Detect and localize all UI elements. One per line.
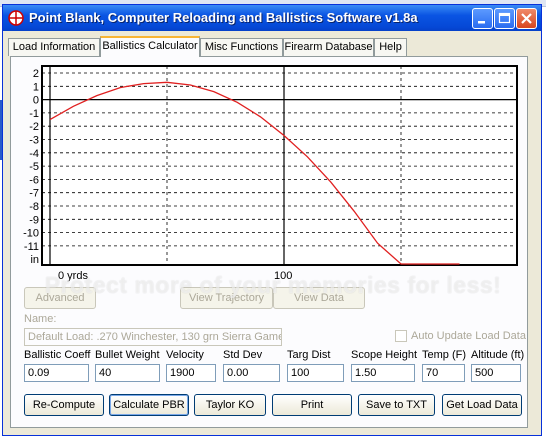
window-title: Point Blank, Computer Reloading and Ball…	[29, 10, 418, 25]
y-tick-label: -7	[29, 188, 39, 200]
y-tick-label: -3	[29, 135, 39, 147]
auto-update-checkbox[interactable]	[395, 330, 407, 342]
tab-firearm-database[interactable]: Firearm Database	[283, 38, 374, 56]
save-to-txt-button[interactable]: Save to TXT	[358, 394, 435, 416]
print-button[interactable]: Print	[272, 394, 352, 416]
get-load-data-button[interactable]: Get Load Data	[442, 394, 522, 416]
plot-frame	[41, 65, 518, 266]
button-label: Get Load Data	[446, 399, 518, 411]
ballistic-coeff-label: Ballistic Coeff	[24, 349, 91, 361]
y-tick-label: -8	[29, 201, 39, 213]
y-tick-label: -10	[23, 228, 39, 240]
button-label: Print	[300, 399, 324, 411]
button-label: Re-Compute	[32, 399, 96, 411]
maximize-icon	[498, 12, 511, 24]
tab-label: Firearm Database	[284, 41, 373, 53]
y-tick-label: -6	[29, 174, 39, 186]
tab-label: Help	[379, 41, 402, 53]
button-label: Taylor KO	[205, 399, 255, 411]
std-dev-input[interactable]: 0.00	[223, 364, 280, 382]
y-tick-label: -9	[29, 214, 39, 226]
calculate-pbr-button[interactable]: Calculate PBR	[109, 394, 189, 416]
y-tick-label: -4	[29, 148, 39, 160]
altitude-label: Altitude (ft)	[471, 349, 525, 361]
y-tick-label: in	[30, 254, 39, 266]
tab-label: Load Information	[12, 41, 96, 53]
taylor-ko-button[interactable]: Taylor KO	[194, 394, 266, 416]
crosshair-icon	[8, 10, 24, 26]
close-icon	[521, 13, 532, 24]
tab-label: Misc Functions	[204, 41, 279, 53]
velocity-label: Velocity	[166, 349, 204, 361]
ballistic-coeff-input[interactable]: 0.09	[24, 364, 89, 382]
minimize-icon	[478, 21, 485, 24]
y-tick-label: 2	[33, 68, 39, 80]
tab-load-information[interactable]: Load Information	[8, 38, 100, 56]
bullet-weight-label: Bullet Weight	[95, 349, 160, 361]
targ-dist-input[interactable]: 100	[287, 364, 344, 382]
tab-label: Ballistics Calculator	[102, 40, 198, 52]
tab-ballistics-calculator[interactable]: Ballistics Calculator	[100, 36, 200, 57]
y-tick-label: 0	[33, 95, 39, 107]
scope-height-label: Scope Height	[351, 349, 418, 361]
recompute-button[interactable]: Re-Compute	[24, 394, 104, 416]
title-bar[interactable]: Point Blank, Computer Reloading and Ball…	[3, 5, 541, 31]
close-button[interactable]	[516, 8, 537, 29]
temp-label: Temp (F)	[422, 349, 466, 361]
minimize-button[interactable]	[472, 8, 493, 29]
y-tick-label: -2	[29, 121, 39, 133]
temp-input[interactable]: 70	[422, 364, 465, 382]
load-name-field[interactable]: Default Load: .270 Winchester, 130 grn S…	[24, 328, 282, 346]
name-label: Name:	[24, 313, 57, 325]
bullet-weight-input[interactable]: 40	[95, 364, 160, 382]
scope-height-input[interactable]: 1.50	[351, 364, 415, 382]
maximize-button[interactable]	[494, 8, 515, 29]
altitude-input[interactable]: 500	[471, 364, 521, 382]
targ-dist-label: Targ Dist	[287, 349, 331, 361]
y-tick-label: -11	[24, 241, 39, 253]
y-tick-label: 1	[33, 81, 39, 93]
auto-update-label: Auto Update Load Data	[411, 330, 526, 342]
y-tick-label: -1	[29, 108, 39, 120]
tab-misc-functions[interactable]: Misc Functions	[200, 38, 283, 56]
std-dev-label: Std Dev	[223, 349, 263, 361]
y-tick-label: -5	[29, 161, 39, 173]
button-label: Save to TXT	[366, 399, 427, 411]
trajectory-chart: 210-1-2-3-4-5-6-7-8-9-10-11in0 yrds 100	[17, 60, 522, 286]
velocity-input[interactable]: 1900	[166, 364, 216, 382]
button-label: Calculate PBR	[113, 399, 185, 411]
watermark-text: Protect more of your memories for less!	[44, 272, 502, 298]
tab-help[interactable]: Help	[374, 38, 407, 56]
